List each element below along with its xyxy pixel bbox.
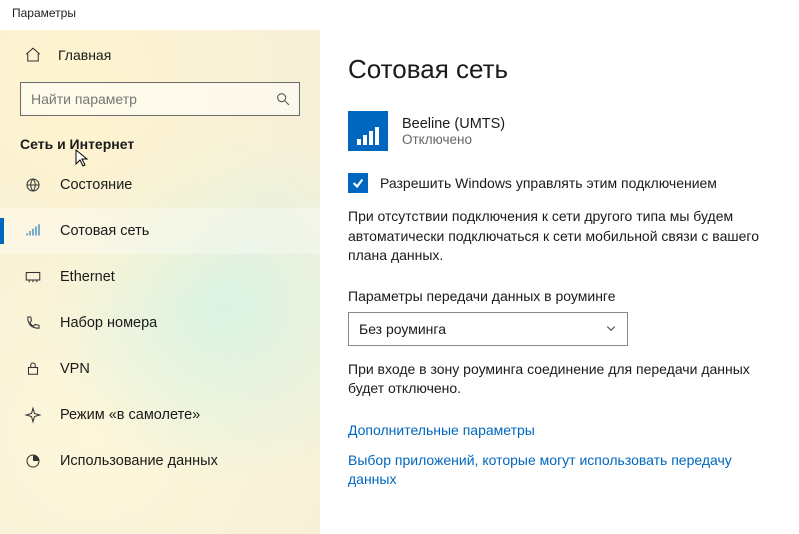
sidebar-item-label: Состояние	[60, 177, 132, 193]
sidebar-nav: Состояние Сотовая сеть Ethernet Набор но…	[0, 162, 320, 484]
roaming-select[interactable]: Без роуминга	[348, 312, 628, 346]
airplane-icon	[24, 406, 42, 424]
signal-icon	[24, 222, 42, 240]
sidebar-section-label: Сеть и Интернет	[0, 132, 320, 162]
roaming-value: Без роуминга	[359, 321, 446, 337]
main: Сотовая сеть Beeline (UMTS) Отключено Ра…	[320, 30, 799, 534]
sidebar-item-vpn[interactable]: VPN	[0, 346, 320, 392]
sidebar-item-label: Использование данных	[60, 453, 218, 469]
vpn-icon	[24, 360, 42, 378]
sidebar-item-dialup[interactable]: Набор номера	[0, 300, 320, 346]
sidebar-item-label: Набор номера	[60, 315, 157, 331]
sidebar-item-status[interactable]: Состояние	[0, 162, 320, 208]
allow-manage-label: Разрешить Windows управлять этим подключ…	[380, 175, 717, 191]
sidebar-item-label: Сотовая сеть	[60, 223, 149, 239]
sidebar-home[interactable]: Главная	[0, 38, 320, 76]
network-name: Beeline (UMTS)	[402, 116, 505, 132]
phone-icon	[24, 314, 42, 332]
data-usage-icon	[24, 452, 42, 470]
search-icon[interactable]	[272, 88, 294, 110]
link-choose-apps[interactable]: Выбор приложений, которые могут использо…	[348, 451, 771, 490]
sidebar-item-label: VPN	[60, 361, 90, 377]
sidebar-item-ethernet[interactable]: Ethernet	[0, 254, 320, 300]
globe-icon	[24, 176, 42, 194]
search-input[interactable]	[20, 82, 300, 116]
chevron-down-icon	[605, 321, 617, 337]
roaming-desc: При входе в зону роуминга соединение для…	[348, 360, 771, 399]
page-title: Сотовая сеть	[348, 54, 771, 85]
search-wrap	[20, 82, 300, 116]
sidebar-item-airplane[interactable]: Режим «в самолете»	[0, 392, 320, 438]
network-status: Отключено	[402, 132, 505, 147]
link-advanced[interactable]: Дополнительные параметры	[348, 421, 771, 441]
ethernet-icon	[24, 268, 42, 286]
allow-manage-checkbox[interactable]	[348, 173, 368, 193]
network-row[interactable]: Beeline (UMTS) Отключено	[348, 111, 771, 151]
window-title: Параметры	[0, 0, 799, 30]
signal-tile-icon	[348, 111, 388, 151]
sidebar-item-datausage[interactable]: Использование данных	[0, 438, 320, 484]
sidebar-item-cellular[interactable]: Сотовая сеть	[0, 208, 320, 254]
sidebar: Главная Сеть и Интернет Состояние	[0, 30, 320, 534]
sidebar-item-label: Ethernet	[60, 269, 115, 285]
home-icon	[24, 46, 42, 64]
allow-manage-desc: При отсутствии подключения к сети другог…	[348, 207, 771, 266]
roaming-label: Параметры передачи данных в роуминге	[348, 288, 771, 304]
sidebar-item-label: Режим «в самолете»	[60, 407, 200, 423]
allow-manage-row: Разрешить Windows управлять этим подключ…	[348, 173, 771, 193]
sidebar-home-label: Главная	[58, 47, 111, 63]
